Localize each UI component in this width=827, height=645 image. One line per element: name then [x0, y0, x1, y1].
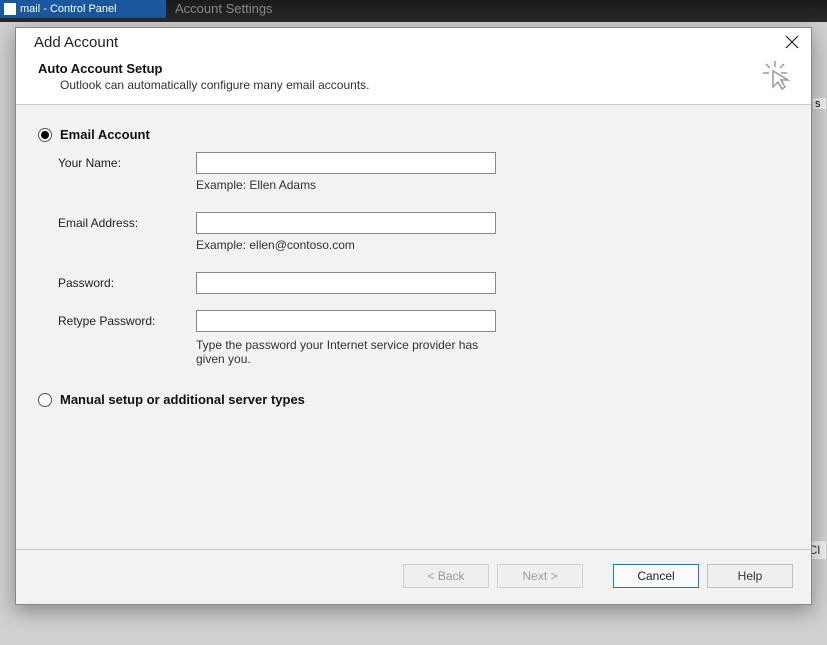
background-tab-label: Account Settings	[175, 0, 273, 16]
radio-manual-setup-row: Manual setup or additional server types	[38, 392, 789, 407]
retype-password-input[interactable]	[196, 310, 496, 332]
cursor-click-icon	[761, 59, 793, 91]
email-label: Email Address:	[58, 216, 188, 230]
dialog-title: Add Account	[34, 34, 118, 51]
radio-manual-setup-label[interactable]: Manual setup or additional server types	[60, 392, 305, 407]
header-title: Auto Account Setup	[38, 61, 791, 76]
add-account-dialog: Add Account Auto Account Setup Outlook c…	[15, 27, 812, 605]
dialog-footer: < Back Next > Cancel Help	[16, 550, 811, 604]
password-input[interactable]	[196, 272, 496, 294]
email-input[interactable]	[196, 212, 496, 234]
radio-email-account-row: Email Account	[38, 127, 789, 142]
help-button[interactable]: Help	[707, 564, 793, 588]
dialog-titlebar: Add Account	[16, 28, 811, 53]
retype-password-label: Retype Password:	[58, 314, 188, 328]
account-form: Your Name: Example: Ellen Adams Email Ad…	[58, 152, 789, 366]
your-name-input[interactable]	[196, 152, 496, 174]
your-name-label: Your Name:	[58, 156, 188, 170]
dialog-header: Auto Account Setup Outlook can automatic…	[16, 53, 811, 105]
back-button[interactable]: < Back	[403, 564, 489, 588]
email-hint: Example: ellen@contoso.com	[196, 238, 496, 252]
dialog-content: Email Account Your Name: Example: Ellen …	[16, 105, 811, 550]
your-name-hint: Example: Ellen Adams	[196, 178, 496, 192]
parent-window-titlebar: mail - Control Panel	[0, 0, 166, 18]
parent-window-title: mail - Control Panel	[20, 3, 117, 15]
radio-email-account[interactable]	[38, 128, 52, 142]
header-subtitle: Outlook can automatically configure many…	[60, 78, 791, 92]
radio-manual-setup[interactable]	[38, 393, 52, 407]
close-icon	[785, 35, 799, 49]
control-panel-icon	[4, 3, 16, 15]
radio-email-account-label[interactable]: Email Account	[60, 127, 150, 142]
cancel-button[interactable]: Cancel	[613, 564, 699, 588]
password-hint: Type the password your Internet service …	[196, 338, 496, 366]
background-truncated-button-top: s	[812, 97, 827, 110]
password-label: Password:	[58, 276, 188, 290]
next-button[interactable]: Next >	[497, 564, 583, 588]
close-button[interactable]	[783, 33, 801, 51]
